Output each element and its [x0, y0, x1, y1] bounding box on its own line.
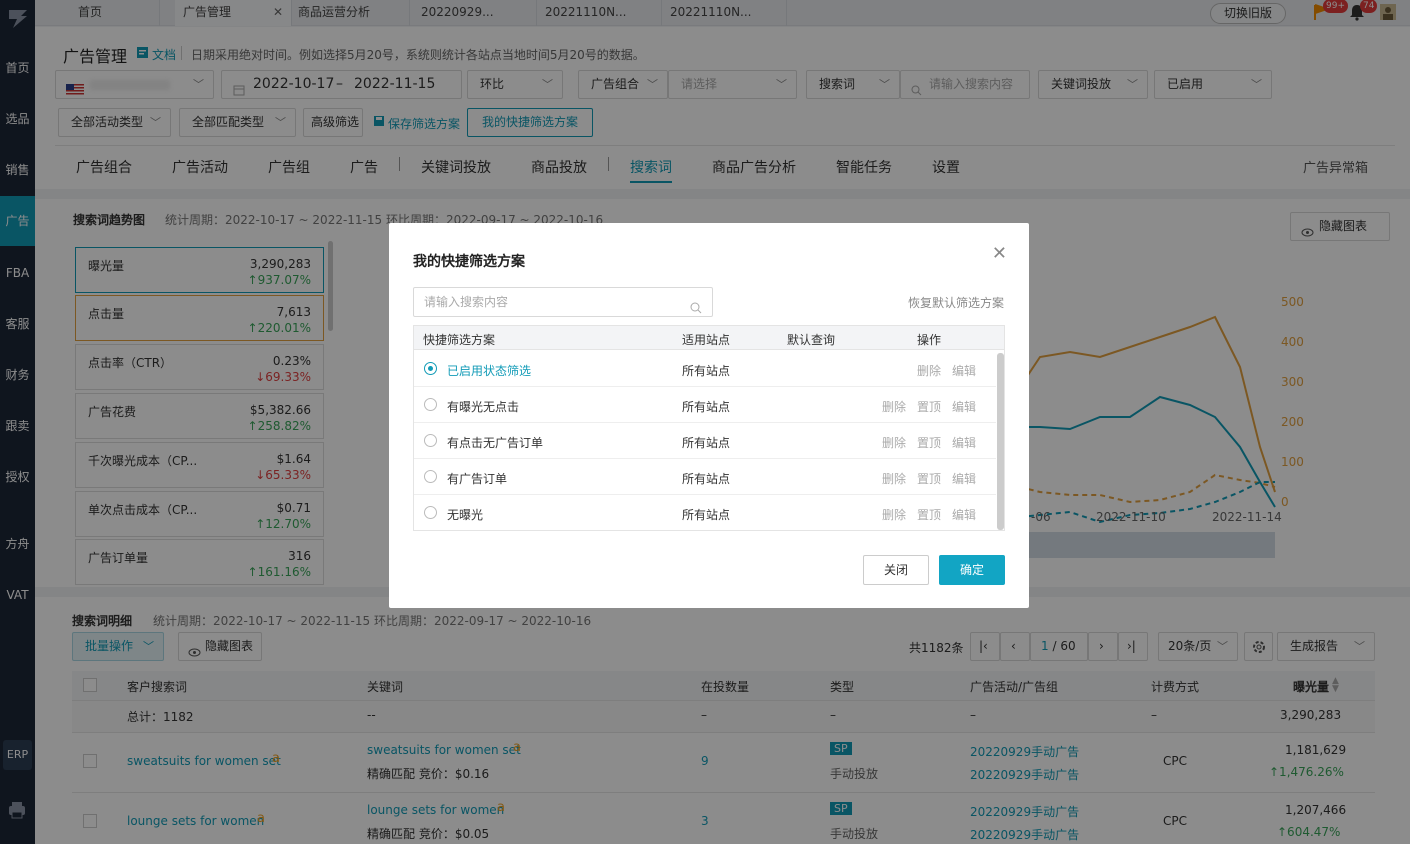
delete-button[interactable]: 删除 — [882, 398, 906, 415]
scheme-name: 有曝光无点击 — [447, 400, 520, 414]
scheme-site: 所有站点 — [682, 400, 731, 414]
scheme-site: 所有站点 — [682, 436, 731, 450]
scheme-row[interactable]: 已启用状态筛选 所有站点 删除 编辑 — [414, 351, 996, 387]
scheme-name: 有广告订单 — [447, 472, 508, 486]
col-site: 适用站点 — [682, 333, 731, 347]
scheme-site: 所有站点 — [682, 364, 731, 378]
delete-button[interactable]: 删除 — [882, 434, 906, 451]
edit-button[interactable]: 编辑 — [952, 434, 976, 451]
scheme-table: 快捷筛选方案 适用站点 默认查询 操作 已启用状态筛选 所有站点 删除 编辑 有… — [413, 325, 1005, 531]
scheme-radio[interactable] — [424, 470, 437, 483]
close-icon[interactable]: ✕ — [992, 243, 1007, 264]
scheme-row[interactable]: 有点击无广告订单 所有站点 删除 置顶 编辑 — [414, 423, 996, 459]
col-actions: 操作 — [917, 333, 942, 347]
quick-filter-modal: 我的快捷筛选方案 ✕ 请输入搜索内容 恢复默认筛选方案 快捷筛选方案 适用站点 … — [389, 223, 1029, 608]
scheme-name: 有点击无广告订单 — [447, 436, 544, 450]
delete-button[interactable]: 删除 — [917, 362, 941, 379]
restore-default-link[interactable]: 恢复默认筛选方案 — [908, 294, 1004, 311]
scheme-name: 已启用状态筛选 — [447, 364, 532, 378]
edit-button[interactable]: 编辑 — [952, 470, 976, 487]
scheme-radio[interactable] — [424, 362, 437, 375]
scheme-radio[interactable] — [424, 506, 437, 519]
delete-button[interactable]: 删除 — [882, 470, 906, 487]
scheme-site: 所有站点 — [682, 508, 731, 522]
delete-button[interactable]: 删除 — [882, 506, 906, 523]
edit-button[interactable]: 编辑 — [952, 506, 976, 523]
col-default: 默认查询 — [787, 333, 836, 347]
scheme-radio[interactable] — [424, 434, 437, 447]
pin-top-button[interactable]: 置顶 — [917, 398, 941, 415]
modal-search-input[interactable]: 请输入搜索内容 — [413, 287, 713, 317]
pin-top-button[interactable]: 置顶 — [917, 434, 941, 451]
edit-button[interactable]: 编辑 — [952, 362, 976, 379]
scheme-row[interactable]: 有广告订单 所有站点 删除 置顶 编辑 — [414, 459, 996, 495]
pin-top-button[interactable]: 置顶 — [917, 506, 941, 523]
scheme-name: 无曝光 — [447, 508, 484, 522]
search-icon — [690, 296, 702, 324]
close-button[interactable]: 关闭 — [863, 555, 929, 585]
pin-top-button[interactable]: 置顶 — [917, 470, 941, 487]
col-scheme: 快捷筛选方案 — [423, 333, 496, 347]
edit-button[interactable]: 编辑 — [952, 398, 976, 415]
scheme-table-header: 快捷筛选方案 适用站点 默认查询 操作 — [414, 326, 1004, 350]
scheme-radio[interactable] — [424, 398, 437, 411]
scheme-site: 所有站点 — [682, 472, 731, 486]
confirm-button[interactable]: 确定 — [939, 555, 1005, 585]
scheme-table-scrollbar[interactable] — [997, 353, 1004, 530]
modal-title: 我的快捷筛选方案 — [413, 254, 525, 270]
scheme-row[interactable]: 有曝光无点击 所有站点 删除 置顶 编辑 — [414, 387, 996, 423]
scheme-row[interactable]: 无曝光 所有站点 删除 置顶 编辑 — [414, 495, 996, 531]
